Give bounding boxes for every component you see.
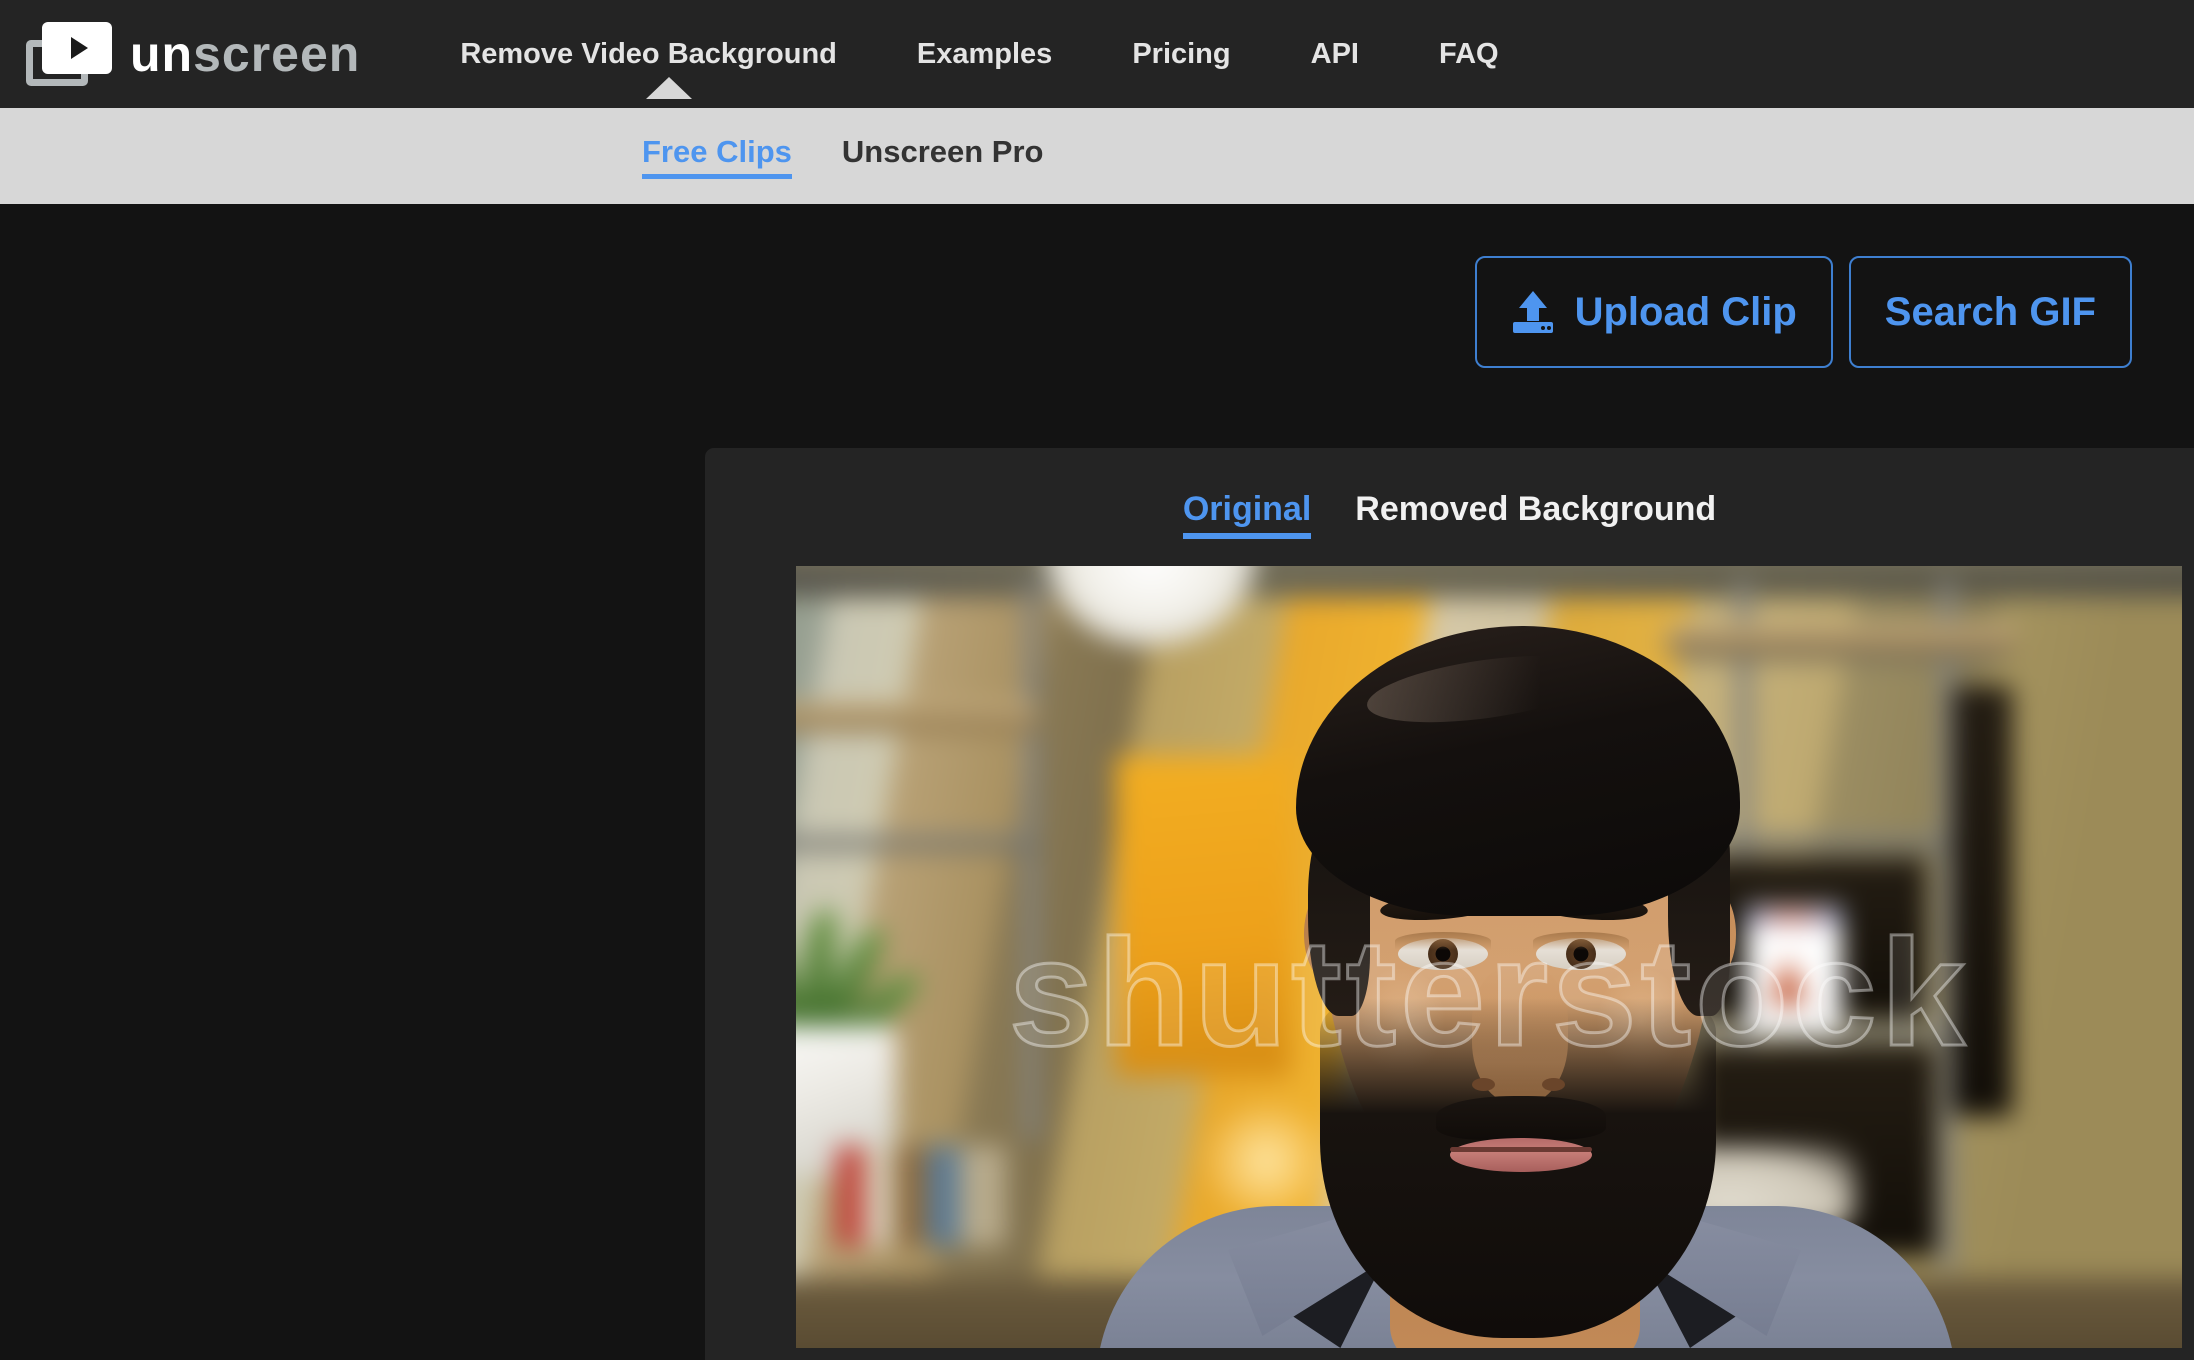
- tab-label-unscreen-pro: Unscreen Pro: [841, 133, 1044, 169]
- tab-label-original: Original: [1182, 490, 1312, 528]
- mustache: [1436, 1096, 1606, 1140]
- upload-icon: [1511, 289, 1555, 335]
- logo-text-screen: screen: [193, 26, 361, 82]
- tab-unscreen-pro[interactable]: Unscreen Pro: [842, 134, 1044, 179]
- upload-clip-button[interactable]: Upload Clip: [1474, 256, 1833, 368]
- nav-item-examples[interactable]: Examples: [877, 38, 1092, 71]
- tab-label-free-clips: Free Clips: [642, 133, 792, 169]
- hair: [1296, 626, 1740, 916]
- nav-label-examples: Examples: [916, 37, 1053, 70]
- video-stack-play-icon: [26, 22, 112, 86]
- top-header: unscreen Remove Video Background Example…: [0, 0, 2194, 108]
- video-preview[interactable]: shutterstock: [796, 566, 2182, 1348]
- mouth: [1450, 1138, 1592, 1172]
- search-gif-label: Search GIF: [1884, 289, 2096, 334]
- sub-tab-list: Free Clips Unscreen Pro: [642, 134, 1043, 179]
- nav-item-pricing[interactable]: Pricing: [1092, 38, 1270, 71]
- logo-front-card: [42, 22, 112, 74]
- preview-tab-list: Original Removed Background: [705, 448, 2194, 539]
- tab-removed-background[interactable]: Removed Background: [1355, 490, 1716, 539]
- person-subject: [796, 566, 2182, 1348]
- nav-label-api: API: [1310, 37, 1359, 70]
- eyelid-right: [1533, 932, 1629, 950]
- nav-label-remove-video-background: Remove Video Background: [460, 37, 837, 70]
- preview-scene: shutterstock: [796, 566, 2182, 1348]
- nav-item-api[interactable]: API: [1271, 38, 1399, 71]
- main-navigation: Remove Video Background Examples Pricing…: [460, 37, 1539, 99]
- play-triangle-icon: [71, 37, 88, 59]
- nav-label-pricing: Pricing: [1132, 37, 1231, 70]
- upload-clip-label: Upload Clip: [1574, 289, 1797, 334]
- tab-free-clips[interactable]: Free Clips: [642, 134, 792, 179]
- nav-item-faq[interactable]: FAQ: [1399, 38, 1539, 71]
- search-gif-button[interactable]: Search GIF: [1848, 256, 2132, 368]
- nostril-right: [1542, 1078, 1565, 1091]
- preview-panel: Original Removed Background: [705, 448, 2194, 1360]
- nostril-left: [1472, 1078, 1495, 1091]
- tab-original[interactable]: Original: [1182, 490, 1312, 539]
- lip-line: [1450, 1147, 1592, 1152]
- eyelid-left: [1395, 932, 1491, 950]
- unscreen-logo[interactable]: unscreen: [26, 22, 360, 86]
- logo-wordmark: unscreen: [130, 29, 360, 79]
- action-button-group: Upload Clip Search GIF: [1474, 256, 2132, 368]
- nav-active-caret-icon: [645, 76, 692, 99]
- sub-tab-bar: Free Clips Unscreen Pro: [0, 108, 2194, 204]
- nav-item-remove-video-background[interactable]: Remove Video Background: [460, 37, 877, 99]
- nav-label-faq: FAQ: [1438, 37, 1499, 70]
- logo-text-un: un: [130, 26, 194, 82]
- tab-label-removed-background: Removed Background: [1355, 490, 1717, 528]
